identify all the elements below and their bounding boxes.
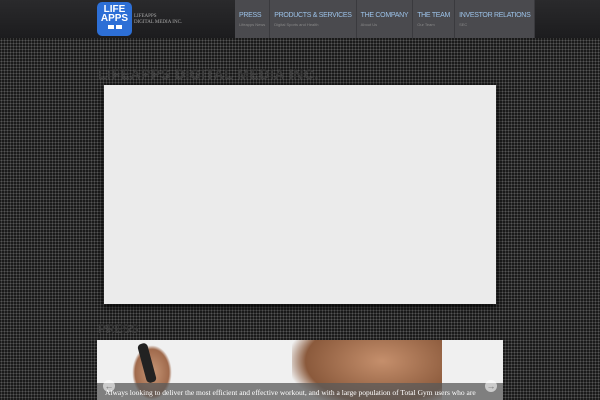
nav-title: THE COMPANY — [360, 12, 409, 19]
main-nav: PRESS Lifeapps News PRODUCTS & SERVICES Di… — [235, 0, 536, 38]
press-heading: PRESS — [98, 322, 139, 336]
company-name-line: DIGITAL MEDIA INC. — [134, 20, 183, 25]
logo[interactable]: LIFE APPS — [97, 2, 132, 36]
video-player[interactable] — [104, 85, 496, 304]
nav-sub: Our Team — [417, 22, 435, 27]
nav-sub: Digital Sports and Health — [274, 22, 319, 27]
nav-company[interactable]: THE COMPANY About Us — [357, 0, 414, 38]
nav-title: PRESS — [239, 12, 262, 19]
nav-title: PRODUCTS & SERVICES — [274, 12, 352, 19]
next-arrow-icon[interactable]: → — [485, 380, 497, 392]
nav-sub: Lifeapps News — [239, 22, 266, 27]
nav-sub: About Us — [360, 22, 378, 27]
prev-arrow-icon[interactable]: ← — [103, 380, 115, 392]
logo-icon — [107, 25, 114, 29]
company-name: LIFEAPPS DIGITAL MEDIA INC. — [134, 14, 182, 26]
press-slider[interactable]: Always looking to deliver the most effic… — [97, 340, 503, 400]
nav-title: INVESTOR RELATIONS — [459, 12, 531, 19]
nav-title: THE TEAM — [417, 12, 451, 19]
header: LIFE APPS LIFEAPPS DIGITAL MEDIA INC. PR… — [0, 0, 600, 38]
nav-press[interactable]: PRESS Lifeapps News — [235, 0, 271, 38]
nav-team[interactable]: THE TEAM Our Team — [413, 0, 456, 38]
nav-products[interactable]: PRODUCTS & SERVICES Digital Sports and He… — [270, 0, 357, 38]
nav-sub: SEC — [459, 22, 468, 27]
logo-icon — [115, 25, 122, 29]
nav-investor[interactable]: INVESTOR RELATIONS SEC — [455, 0, 536, 38]
logo-text: APPS — [100, 13, 129, 24]
page-heading: LIFEAPPS DIGITAL MEDIA INC. — [98, 66, 319, 82]
slide-caption: Always looking to deliver the most effic… — [97, 383, 503, 400]
